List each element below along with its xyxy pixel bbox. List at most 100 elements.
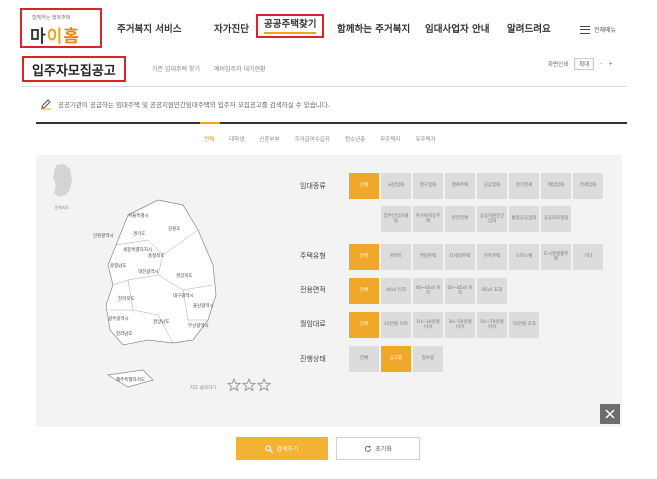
filter-option[interactable]: 단독주택 [477, 244, 507, 270]
filter-label-status: 진행상태 [300, 355, 326, 363]
filter-option[interactable]: 전체 [349, 173, 379, 199]
page-tools: 화면인쇄 확대 - + [548, 58, 613, 70]
filter-option[interactable]: 공공지원민간임대 [477, 206, 507, 232]
filter-option[interactable]: 30~50만원 이하 [445, 312, 475, 338]
filter-option[interactable]: 집주인리모델링 [381, 206, 411, 232]
region-label[interactable]: 충청남도 [110, 262, 127, 269]
filter-option[interactable]: 연립주택 [413, 244, 443, 270]
filter-option[interactable]: 전세임대 [573, 173, 603, 199]
intro-description: 공공기관이 공급하는 임대주택 및 공공지원민간임대주택의 입주자 모집공고를 … [58, 101, 330, 109]
filter-option[interactable]: 전체 [349, 244, 379, 270]
region-label[interactable]: 전라북도 [118, 295, 135, 302]
star-icon[interactable] [242, 378, 256, 392]
filter-option[interactable]: 10~30만원 이하 [413, 312, 443, 338]
filter-option[interactable]: 40~60㎡ 이하 [413, 278, 443, 304]
tab-college[interactable]: 대학생 [229, 135, 244, 143]
reset-button[interactable]: 초기화 [336, 437, 420, 460]
all-menu-label: 전체메뉴 [594, 27, 617, 34]
region-label[interactable]: 대전광역시 [138, 268, 159, 275]
region-label[interactable]: 전라남도 [116, 330, 133, 337]
star-icon[interactable] [257, 378, 271, 392]
panel-close-button[interactable] [600, 404, 620, 424]
filter-option[interactable]: 주거복지동주택 [413, 206, 443, 232]
close-icon [605, 409, 615, 419]
nav-notices[interactable]: 알려드려요 [507, 20, 551, 40]
filter-option[interactable]: 전체 [349, 346, 379, 372]
region-label[interactable]: 인천광역시 [93, 232, 114, 239]
filter-option[interactable]: 접수중 [413, 346, 443, 372]
tab-homeowner[interactable]: 유주택자 [415, 135, 435, 143]
filter-option[interactable]: 전체 [349, 312, 379, 338]
mini-map-label: 전체지도 [55, 204, 70, 210]
filter-option[interactable]: 전체 [349, 278, 379, 304]
map-note: 지도 클릭하기 [190, 386, 217, 391]
search-button-label: 검색하기 [276, 446, 299, 453]
filter-option[interactable]: 공고중 [381, 346, 411, 372]
region-label[interactable]: 경상북도 [176, 272, 193, 279]
filter-option[interactable]: 공공리모델링 [541, 206, 571, 232]
filter-option[interactable]: 통합공공임대 [509, 206, 539, 232]
filter-option[interactable]: 10만원 이하 [381, 312, 411, 338]
logo-tagline: 함께하는 행복주택 [32, 15, 71, 21]
section-divider-accent [200, 122, 220, 124]
breadcrumb-item[interactable]: 기존 임대주택 찾기 [152, 64, 200, 73]
zoom-in-button[interactable]: + [608, 61, 613, 67]
intro-text: 공공기관이 공급하는 임대주택 및 공공지원민간임대주택의 입주자 모집공고를 … [40, 98, 330, 110]
nav-housing-welfare-service[interactable]: 주거복지 서비스 [117, 20, 182, 40]
region-label[interactable]: 울산광역시 [193, 302, 214, 309]
filter-option[interactable]: 60~85㎡ 이하 [445, 278, 475, 304]
region-label[interactable]: 부산광역시 [188, 322, 209, 329]
filter-option[interactable]: 오피스텔 [509, 244, 539, 270]
tab-newlyweds[interactable]: 신혼부부 [259, 135, 279, 143]
filter-option[interactable]: 기타 [573, 244, 603, 270]
filter-option[interactable]: 50~70만원 이하 [477, 312, 507, 338]
region-label[interactable]: 경상남도 [153, 318, 170, 325]
filter-option[interactable]: 아파트 [381, 244, 411, 270]
nav-shared-welfare[interactable]: 함께하는 주거복지 [337, 20, 410, 40]
region-label[interactable]: 서울특별시 [128, 212, 149, 219]
zoom-out-button[interactable]: - [600, 61, 602, 67]
korea-mini-map-icon[interactable]: 전체지도 [48, 163, 76, 213]
nav-rental-business[interactable]: 임대사업자 안내 [425, 20, 490, 40]
pencil-icon [41, 99, 51, 110]
filter-option[interactable]: 도시형생활주택 [541, 244, 571, 270]
region-label[interactable]: 대구광역시 [173, 292, 194, 299]
filter-option[interactable]: 공공임대 [477, 173, 507, 199]
nav-public-housing-search[interactable]: 공공주택찾기 [256, 14, 325, 38]
filter-option[interactable]: 매입임대 [541, 173, 571, 199]
all-menu-button[interactable]: 전체메뉴 [580, 25, 616, 34]
region-label[interactable]: 충청북도 [148, 252, 165, 259]
filter-option[interactable]: 국민임대 [381, 173, 411, 199]
filter-option[interactable]: 분양전환 [445, 206, 475, 232]
region-label[interactable]: 세종특별자치시 [123, 246, 152, 253]
region-label[interactable]: 제주특별자치도 [116, 376, 145, 383]
filter-option[interactable]: 다세대주택 [445, 244, 475, 270]
tab-all[interactable]: 전체 [204, 135, 214, 143]
filter-option[interactable]: 70만원 초과 [509, 312, 539, 338]
search-icon [265, 444, 274, 453]
filter-option[interactable]: 장기전세 [509, 173, 539, 199]
nav-self-diagnosis[interactable]: 자가진단 [214, 20, 249, 40]
filter-label-rental-type: 임대종류 [300, 182, 326, 190]
star-icon[interactable] [227, 378, 241, 392]
filter-option[interactable]: 40㎡ 이하 [381, 278, 411, 304]
print-button[interactable]: 화면인쇄 [548, 60, 568, 68]
zoom-button[interactable]: 확대 [574, 58, 595, 70]
tab-youth[interactable]: 청소년층 [345, 135, 365, 143]
search-button[interactable]: 검색하기 [236, 437, 328, 460]
breadcrumb-item[interactable]: 예비입주자 대기현황 [214, 64, 266, 73]
region-label[interactable]: 경기도 [133, 230, 145, 237]
refresh-icon [365, 444, 372, 452]
filter-label-area: 전용면적 [300, 286, 326, 294]
tab-homeless[interactable]: 무주택자 [380, 135, 400, 143]
filter-option[interactable]: 영구임대 [413, 173, 443, 199]
target-tabs: 전체 대학생 신혼부부 주거급여수급자 청소년층 무주택자 유주택자 [204, 135, 436, 143]
tab-benefit[interactable]: 주거급여수급자 [295, 135, 330, 143]
region-label[interactable]: 강원도 [168, 225, 180, 232]
korea-region-map[interactable]: 서울특별시 경기도 인천광역시 강원도 충청북도 세종특별자치시 충청남도 대전… [88, 195, 238, 395]
region-label[interactable]: 광주광역시 [108, 315, 129, 322]
filter-option[interactable]: 85㎡ 초과 [477, 278, 507, 304]
site-logo[interactable]: 함께하는 행복주택 마이홈 [20, 8, 102, 48]
filter-label-house-type: 주택유형 [300, 252, 326, 260]
filter-option[interactable]: 행복주택 [445, 173, 475, 199]
